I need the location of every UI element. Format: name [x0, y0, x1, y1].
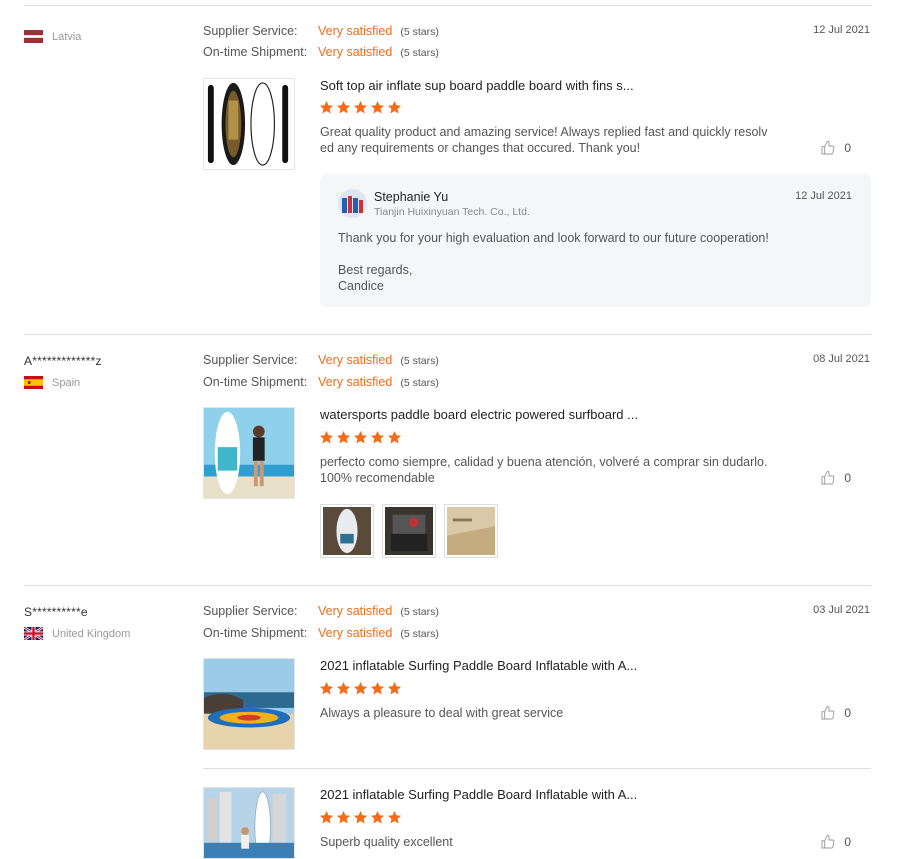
star-icon [370, 810, 385, 824]
star-icon [353, 430, 368, 444]
like-button[interactable]: 0 [820, 470, 851, 486]
product-image[interactable] [203, 787, 295, 859]
product-star-rating [319, 681, 402, 696]
star-icon [319, 810, 334, 824]
review-date: 08 Jul 2021 [813, 353, 870, 365]
thumbs-up-icon [821, 834, 835, 849]
on-time-shipment-rating: On-time Shipment: Very satisfied (5 star… [203, 45, 439, 59]
supplier-reply: Stephanie Yu Tianjin Huixinyuan Tech. Co… [320, 174, 871, 307]
divider [24, 334, 871, 335]
review-comment: Always a pleasure to deal with great ser… [320, 706, 564, 720]
star-icon [370, 681, 385, 695]
star-icon [387, 810, 402, 824]
star-icon [336, 810, 351, 824]
product-image[interactable] [203, 78, 295, 170]
latvia-flag [24, 30, 43, 43]
star-icon [387, 100, 402, 114]
uk-flag [24, 627, 43, 640]
star-icon [336, 100, 351, 114]
divider [24, 585, 871, 586]
like-button[interactable]: 0 [820, 140, 851, 156]
supplier-service-rating: Supplier Service: Very satisfied (5 star… [203, 353, 439, 367]
product-image[interactable] [203, 658, 295, 750]
star-icon [353, 100, 368, 114]
product-title[interactable]: 2021 inflatable Surfing Paddle Board Inf… [320, 787, 637, 802]
product-title[interactable]: Soft top air inflate sup board paddle bo… [320, 78, 634, 93]
supplier-service-rating: Supplier Service: Very satisfied (5 star… [203, 604, 439, 618]
buyer-name: A*************z [24, 354, 102, 368]
review-date: 12 Jul 2021 [813, 24, 870, 36]
star-icon [336, 430, 351, 444]
review-comment: Superb quality excellent [320, 835, 453, 849]
product-image[interactable] [203, 407, 295, 499]
star-icon [353, 681, 368, 695]
avatar [338, 189, 367, 218]
product-star-rating [319, 430, 402, 445]
review-comment: perfecto como siempre, calidad y buena a… [320, 455, 768, 485]
product-title[interactable]: 2021 inflatable Surfing Paddle Board Inf… [320, 658, 637, 673]
buyer-country: Latvia [24, 30, 81, 43]
star-icon [387, 430, 402, 444]
like-button[interactable]: 0 [820, 705, 851, 721]
star-icon [336, 681, 351, 695]
thumbs-up-icon [821, 470, 835, 485]
spain-flag [24, 376, 43, 389]
star-icon [319, 100, 334, 114]
reply-signature: Best regards, Candice [338, 263, 413, 293]
review-photo-box[interactable] [444, 504, 498, 558]
review-photos [320, 504, 498, 558]
star-icon [370, 430, 385, 444]
on-time-shipment-rating: On-time Shipment: Very satisfied (5 star… [203, 626, 439, 640]
divider [203, 768, 871, 769]
reply-date: 12 Jul 2021 [795, 190, 852, 202]
product-star-rating [319, 100, 402, 115]
reply-text: Thank you for your high evaluation and l… [338, 231, 769, 245]
thumbs-up-icon [821, 140, 835, 155]
star-icon [387, 681, 402, 695]
star-icon [319, 681, 334, 695]
buyer-country: United Kingdom [24, 627, 130, 640]
star-icon [353, 810, 368, 824]
review-photo-package[interactable] [382, 504, 436, 558]
star-icon [370, 100, 385, 114]
star-icon [319, 430, 334, 444]
product-star-rating [319, 810, 402, 825]
supplier-service-rating: Supplier Service: Very satisfied (5 star… [203, 24, 439, 38]
review-comment: Great quality product and amazing servic… [320, 125, 768, 155]
reply-author-name: Stephanie Yu [374, 190, 449, 204]
reply-company-name: Tianjin Huixinyuan Tech. Co., Ltd. [374, 206, 530, 218]
on-time-shipment-rating: On-time Shipment: Very satisfied (5 star… [203, 375, 439, 389]
divider [24, 5, 871, 6]
like-button[interactable]: 0 [820, 834, 851, 850]
product-title[interactable]: watersports paddle board electric powere… [320, 407, 638, 422]
thumbs-up-icon [821, 705, 835, 720]
buyer-name: S**********e [24, 605, 88, 619]
review-photo-board[interactable] [320, 504, 374, 558]
buyer-country: Spain [24, 376, 80, 389]
review-date: 03 Jul 2021 [813, 604, 870, 616]
